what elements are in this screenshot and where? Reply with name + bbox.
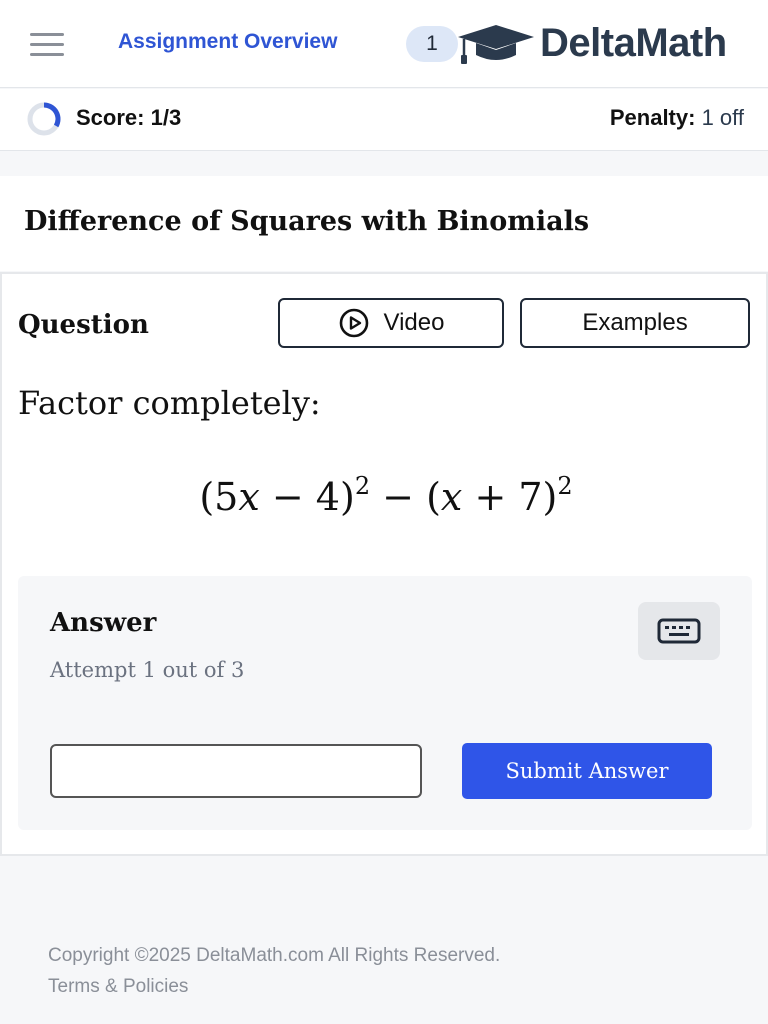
penalty-label: Penalty: xyxy=(609,105,696,130)
expr-variable: x xyxy=(238,475,260,519)
expr-variable: x xyxy=(440,475,463,519)
expr-exponent: 2 xyxy=(557,472,573,500)
answer-input[interactable] xyxy=(50,744,422,798)
top-navbar: Assignment Overview 1 DeltaMath xyxy=(0,0,768,88)
examples-button[interactable]: Examples xyxy=(520,298,750,348)
expr-part: (5 xyxy=(199,475,239,519)
play-circle-icon xyxy=(339,308,368,338)
question-card: Question Video Examples Factor completel… xyxy=(0,272,768,856)
footer: Copyright ©2025 DeltaMath.com All Rights… xyxy=(48,940,500,1002)
assignment-count-badge: 1 xyxy=(406,26,458,62)
submit-answer-button[interactable]: Submit Answer xyxy=(462,743,712,799)
copyright-text: Copyright ©2025 DeltaMath.com All Rights… xyxy=(48,945,501,966)
deltamath-logo[interactable]: DeltaMath xyxy=(456,18,727,68)
math-expression: (5x − 4)2 − (x + 7)2 xyxy=(2,472,768,519)
expr-part: − 4) xyxy=(259,475,355,519)
answer-panel: Answer Attempt 1 out of 3 Submit Answer xyxy=(18,576,752,830)
video-button[interactable]: Video xyxy=(278,298,504,348)
graduation-cap-icon xyxy=(458,25,534,64)
answer-title: Answer xyxy=(50,608,157,638)
score-progress-ring xyxy=(27,102,61,136)
keyboard-icon xyxy=(657,618,701,644)
expr-part: + 7) xyxy=(462,475,558,519)
logo-text: DeltaMath xyxy=(540,20,727,65)
penalty-text: Penalty: 1 off xyxy=(610,105,744,131)
problem-title-card: Difference of Squares with Binomials xyxy=(0,176,768,271)
expr-exponent: 2 xyxy=(354,472,371,500)
score-label: Score: xyxy=(76,105,145,130)
penalty-value: 1 off xyxy=(701,105,744,130)
score-bar: Score: 1/3 Penalty: 1 off xyxy=(0,89,768,151)
question-label: Question xyxy=(18,310,149,340)
hamburger-menu-icon[interactable] xyxy=(30,33,64,57)
keyboard-toggle-button[interactable] xyxy=(638,602,720,660)
score-value: 1/3 xyxy=(150,105,182,130)
score-text: Score: 1/3 xyxy=(76,105,181,131)
expr-part: − ( xyxy=(370,475,441,519)
attempt-counter: Attempt 1 out of 3 xyxy=(50,658,245,682)
terms-policies-link[interactable]: Terms & Policies xyxy=(48,976,188,997)
question-prompt: Factor completely: xyxy=(18,384,321,422)
examples-button-label: Examples xyxy=(582,309,688,336)
assignment-overview-link[interactable]: Assignment Overview xyxy=(118,30,337,54)
video-button-label: Video xyxy=(383,309,445,336)
problem-title: Difference of Squares with Binomials xyxy=(24,206,590,237)
